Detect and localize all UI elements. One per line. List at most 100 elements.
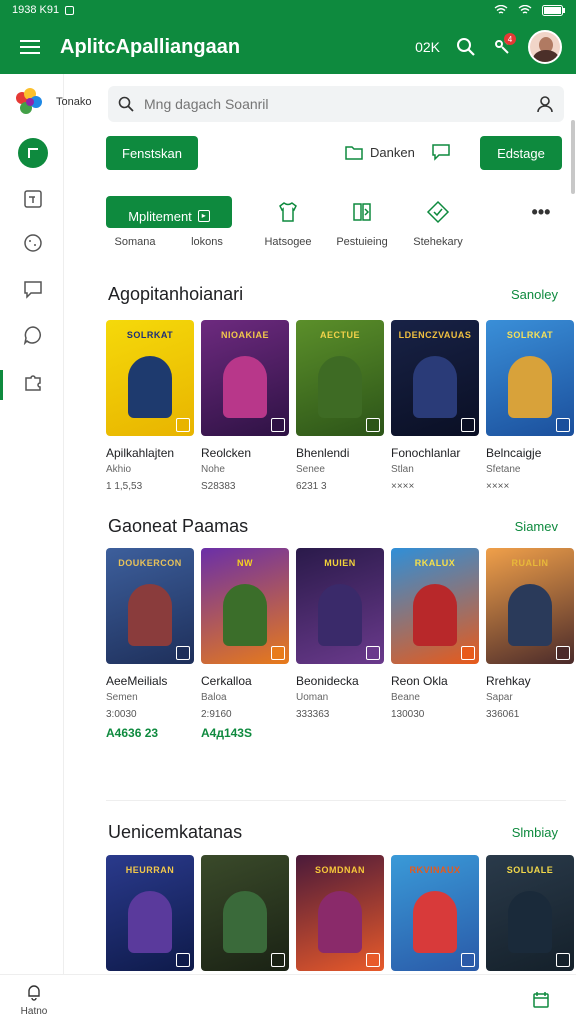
game-row: SOLRKAT Apilkahlajten Akhio 1 1,5,53 NIOAKIA… [106, 320, 576, 510]
game-count: 130030 [391, 709, 425, 720]
nav-item-home[interactable] [18, 138, 48, 168]
section-see-all-link[interactable]: Sanoley [511, 287, 558, 302]
nav-item-chat[interactable] [18, 320, 48, 350]
game-card[interactable]: AECTUE Bhenlendi Senee 6231 3 [296, 320, 384, 492]
category-item[interactable]: Mplitement ▸ [106, 196, 232, 228]
game-cover-image[interactable]: SOLRKAT [486, 320, 574, 436]
game-cover-image[interactable]: SOLRKAT [106, 320, 194, 436]
category-item[interactable]: Pestuieing [332, 196, 392, 248]
category-pill-button[interactable]: Mplitement ▸ [106, 196, 232, 228]
game-cover-image[interactable]: AECTUE [296, 320, 384, 436]
primary-action-button[interactable]: Fenstskan [106, 136, 198, 170]
notifications-button[interactable]: 4 [492, 33, 516, 57]
scrollbar[interactable] [571, 120, 575, 194]
profile-icon[interactable] [536, 95, 554, 113]
game-character-art [128, 584, 172, 646]
search-input[interactable] [144, 96, 536, 112]
game-card[interactable]: SOLRKAT Apilkahlajten Akhio 1 1,5,53 [106, 320, 194, 492]
game-character-art [223, 356, 267, 418]
game-name: Fonochlanlar [391, 446, 461, 460]
bottom-calendar-button[interactable] [532, 991, 550, 1014]
game-row: DOUKERCON AeeMeilials Semen 3:0030 A4636 23 N… [106, 548, 576, 740]
platform-badge-icon [176, 646, 190, 660]
nav-active-indicator [0, 370, 3, 400]
game-cover-image[interactable]: MUIEN [296, 548, 384, 664]
game-cover-image[interactable]: LDENCZVAUAS [391, 320, 479, 436]
game-card[interactable]: MUIEN Beonidecka Uoman 333363 [296, 548, 384, 720]
app-logo [16, 88, 44, 116]
category-item[interactable]: Somana [106, 228, 164, 248]
wifi-icon-secondary [518, 5, 532, 14]
game-card[interactable]: LDENCZVAUAS Fonochlanlar Stlan ×××× [391, 320, 479, 492]
wifi-icon [494, 5, 508, 14]
game-cover-image[interactable]: RKVINAUX [391, 855, 479, 971]
avatar[interactable] [528, 30, 562, 64]
game-card[interactable]: SOLRKAT Belncaigje Sfetane ×××× [486, 320, 574, 492]
game-subtitle: Beane [391, 692, 420, 703]
nav-item-library[interactable] [18, 184, 48, 214]
game-price: A4д143S [201, 726, 252, 740]
game-cover-title: LDENCZVAUAS [398, 330, 472, 340]
game-count: 336061 [486, 709, 520, 720]
game-count: S28383 [201, 481, 236, 492]
category-item[interactable]: Stehekary [406, 196, 470, 248]
game-card[interactable]: DOUKERCON AeeMeilials Semen 3:0030 A4636 23 [106, 548, 194, 740]
chat-bubble-icon [23, 326, 41, 345]
platform-badge-icon [366, 953, 380, 967]
bell-icon [28, 985, 40, 1001]
section-see-all-link[interactable]: Slmbiay [512, 825, 558, 840]
game-name: Bhenlendi [296, 446, 350, 460]
search-icon[interactable] [456, 37, 476, 57]
game-card[interactable]: RUALIN Rrehkay Sapar 336061 [486, 548, 574, 720]
game-cover-image[interactable]: NW [201, 548, 289, 664]
search-bar[interactable] [108, 86, 564, 122]
more-dots-icon: ••• [531, 201, 551, 222]
game-count: 333363 [296, 709, 330, 720]
middle-action-label: Danken [370, 144, 415, 160]
platform-badge-icon [271, 418, 285, 432]
game-cover-image[interactable]: DOUKERCON [106, 548, 194, 664]
game-character-art [128, 891, 172, 953]
category-label: Hatsogee [264, 236, 312, 248]
game-name: AeeMeilials [106, 674, 168, 688]
game-character-art [223, 891, 267, 953]
game-name: Cerkalloa [201, 674, 252, 688]
game-cover-image[interactable]: RUALIN [486, 548, 574, 664]
game-cover-image[interactable]: RKALUX [391, 548, 479, 664]
app-title: AplitcApalliangaan [60, 35, 241, 58]
nav-item-messages[interactable] [18, 274, 48, 304]
more-options-button[interactable]: ••• [526, 196, 556, 228]
game-cover-image[interactable] [201, 855, 289, 971]
game-card[interactable]: NIOAKIAE Reolcken Nohe S28383 [201, 320, 289, 492]
game-cover-image[interactable]: NIOAKIAE [201, 320, 289, 436]
menu-button[interactable] [0, 20, 60, 74]
ok-label[interactable]: 02K [415, 39, 440, 55]
nav-item-puzzle[interactable] [18, 368, 48, 398]
game-subtitle: Akhio [106, 464, 132, 475]
game-cover-title: NW [237, 558, 253, 568]
game-cover-title: NIOAKIAE [220, 330, 269, 340]
platform-badge-icon [461, 953, 475, 967]
notification-icon [65, 5, 75, 15]
category-row: Mplitement ▸ Somana lokons Hatsogee Pestu… [106, 196, 566, 256]
game-card[interactable]: RKALUX Reon Okla Beane 130030 [391, 548, 479, 720]
category-item[interactable]: Hatsogee [258, 196, 318, 248]
section-title: Uenicemkatanas [108, 822, 243, 842]
home-icon [28, 148, 38, 158]
app-bar: AplitcApalliangaan 02K 4 [0, 20, 576, 74]
tag-icon [426, 200, 450, 224]
game-card[interactable]: NW Cerkalloa Baloa 2:9160 A4д143S [201, 548, 289, 740]
game-character-art [318, 891, 362, 953]
bottom-home-button[interactable]: Hatno [12, 983, 56, 1017]
game-cover-image[interactable]: SOMDNAN [296, 855, 384, 971]
game-cover-image[interactable]: HEURRAN [106, 855, 194, 971]
category-item[interactable]: lokons [178, 228, 236, 248]
game-cover-title: RKVINAUX [409, 865, 461, 875]
nav-item-games[interactable] [18, 228, 48, 258]
game-cover-image[interactable]: SOLUALE [486, 855, 574, 971]
right-action-button[interactable]: Edstage [480, 136, 562, 170]
section-see-all-link[interactable]: Siamev [515, 519, 558, 534]
document-icon [24, 190, 42, 208]
middle-action-button[interactable]: Danken [344, 143, 451, 161]
platform-badge-icon [556, 953, 570, 967]
